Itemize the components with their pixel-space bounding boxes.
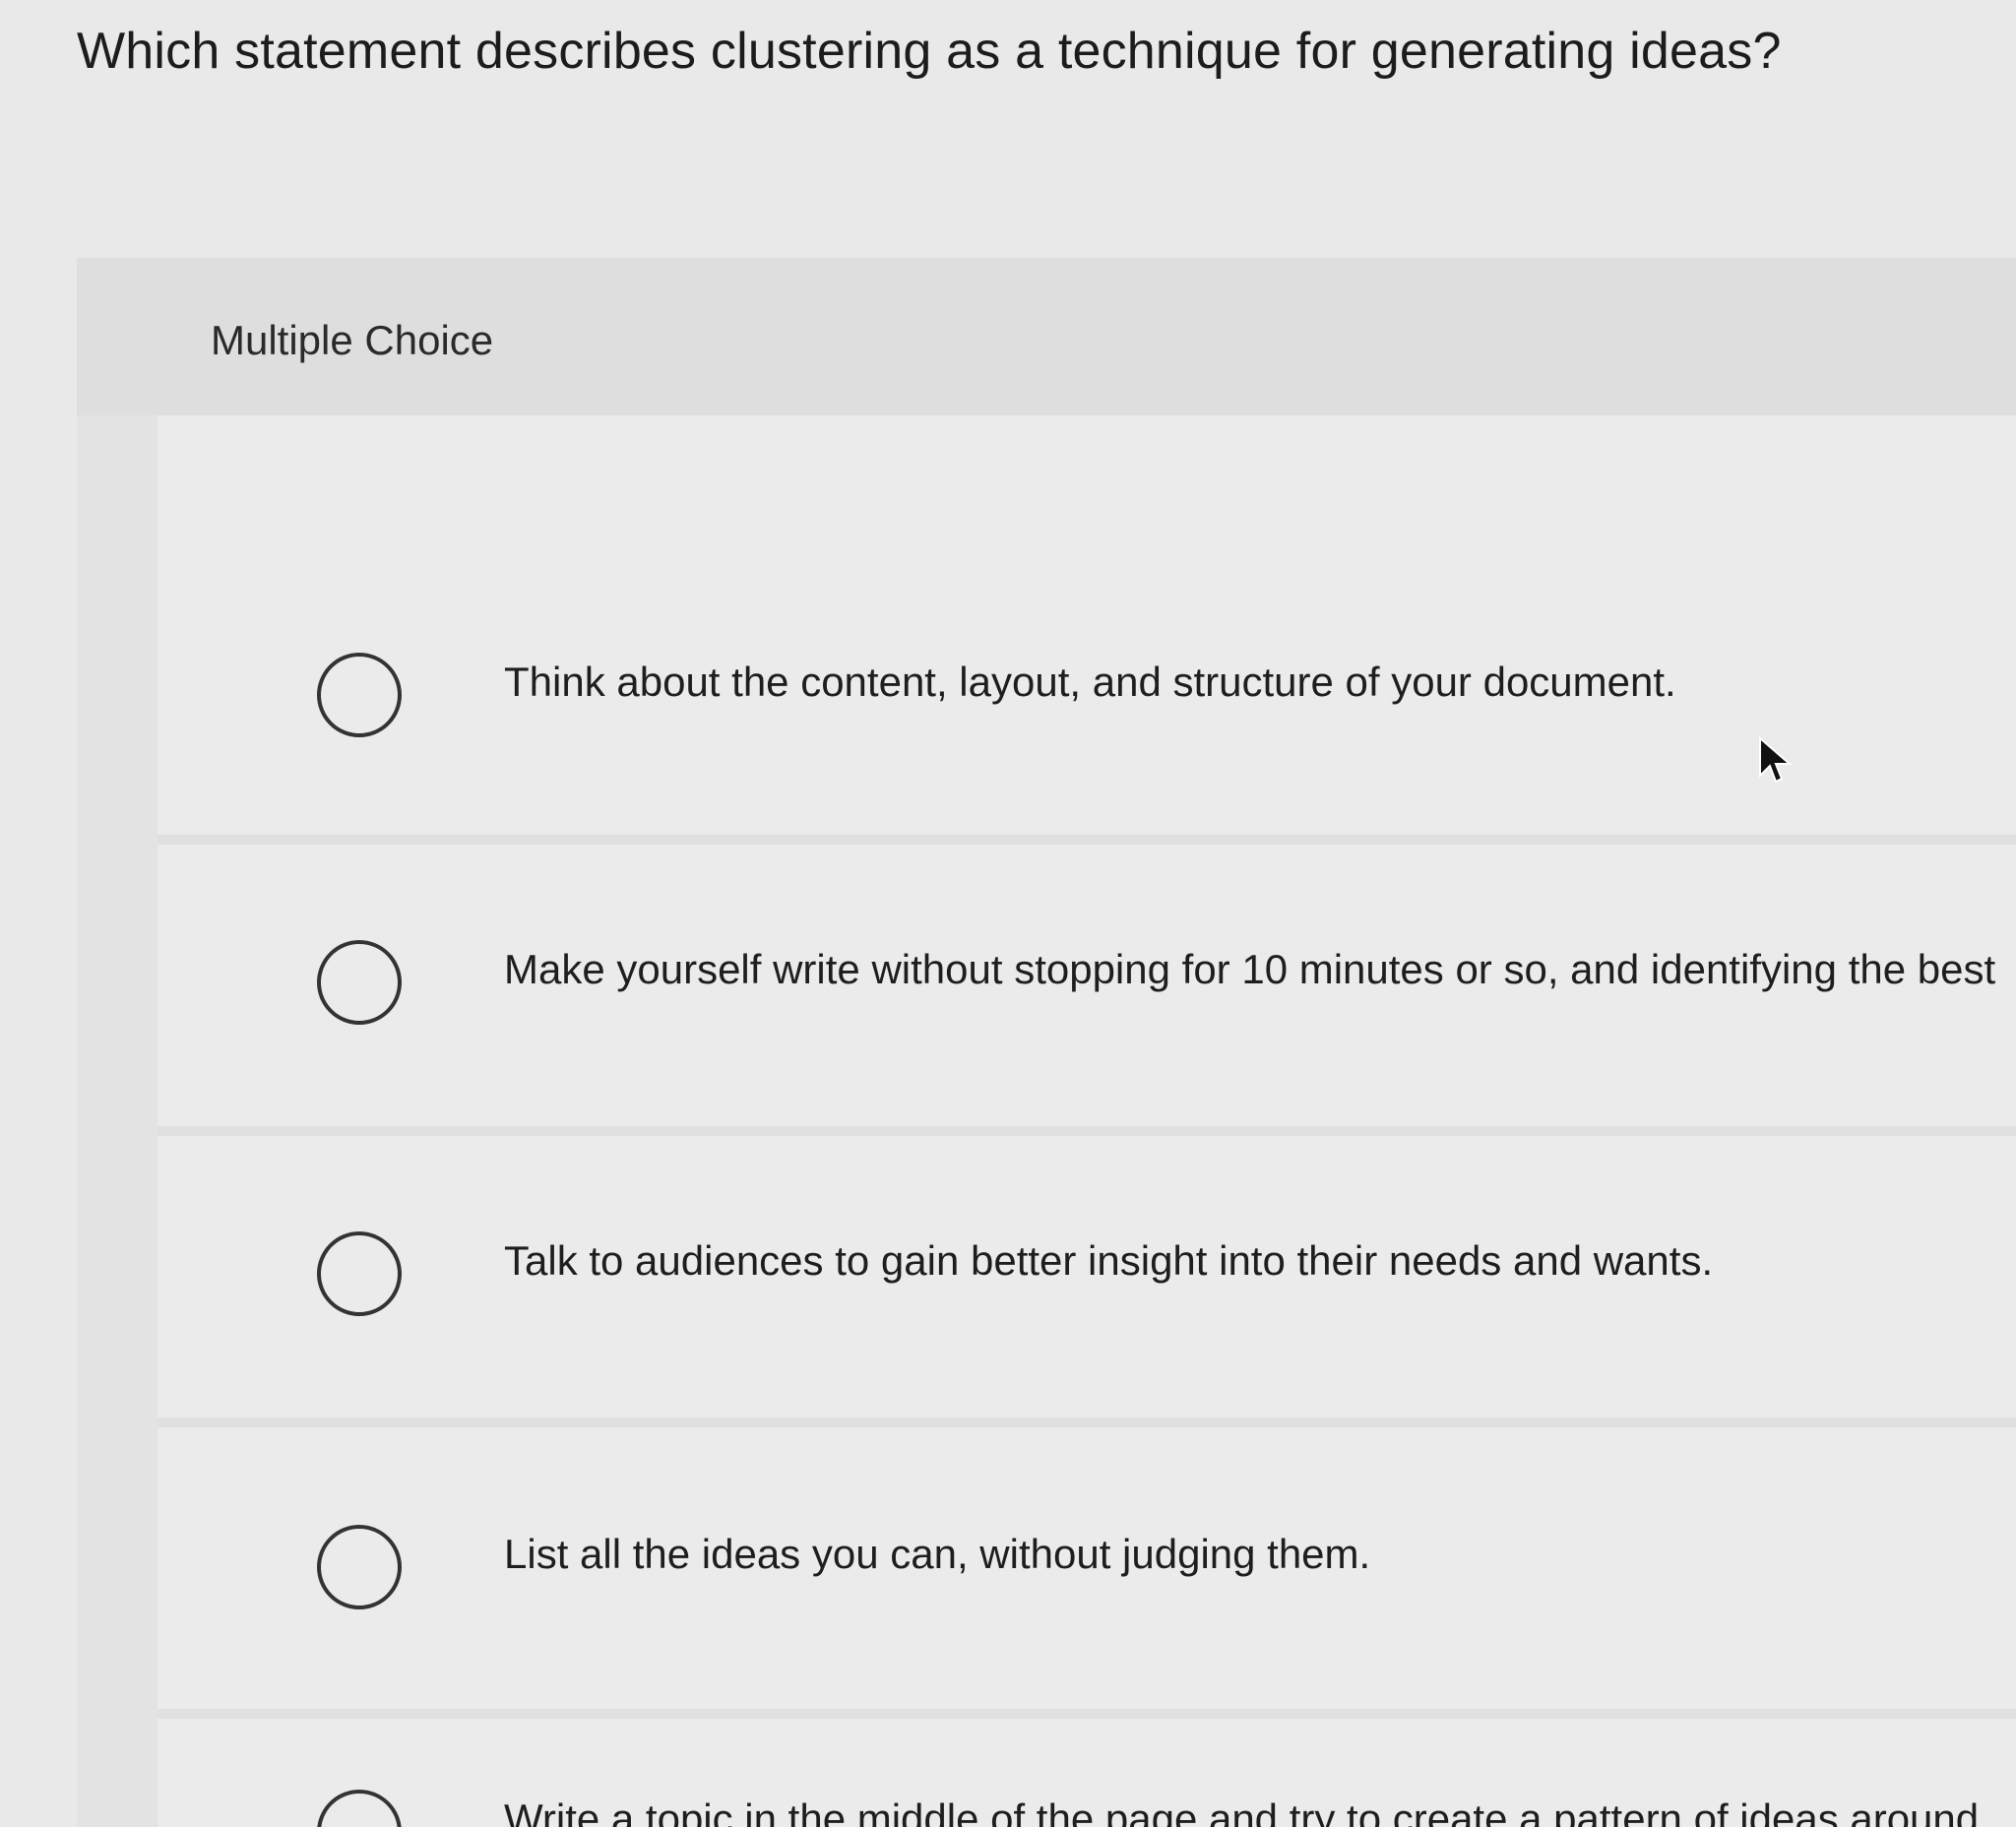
option-1-label[interactable]: Think about the content, layout, and str… xyxy=(504,659,1676,706)
options-list: Think about the content, layout, and str… xyxy=(158,415,2016,1827)
radio-button-5[interactable] xyxy=(317,1790,402,1827)
question-text: Which statement describes clustering as … xyxy=(77,23,1782,80)
radio-button-3[interactable] xyxy=(317,1231,402,1316)
option-4-label[interactable]: List all the ideas you can, without judg… xyxy=(504,1531,1370,1578)
option-4[interactable]: List all the ideas you can, without judg… xyxy=(158,1427,2016,1719)
radio-button-2[interactable] xyxy=(317,940,402,1025)
radio-button-1[interactable] xyxy=(317,653,402,737)
option-5-label[interactable]: Write a topic in the middle of the page … xyxy=(504,1796,1979,1827)
option-2[interactable]: Make yourself write without stopping for… xyxy=(158,845,2016,1136)
option-1[interactable]: Think about the content, layout, and str… xyxy=(158,553,2016,845)
option-3-label[interactable]: Talk to audiences to gain better insight… xyxy=(504,1237,1713,1285)
panel-header: Multiple Choice xyxy=(77,258,2016,415)
option-5[interactable]: Write a topic in the middle of the page … xyxy=(158,1719,2016,1827)
option-2-label[interactable]: Make yourself write without stopping for… xyxy=(504,946,1995,993)
option-3[interactable]: Talk to audiences to gain better insight… xyxy=(158,1136,2016,1427)
multiple-choice-panel: Multiple Choice Think about the content,… xyxy=(77,258,2016,1827)
question-type-label: Multiple Choice xyxy=(211,317,494,363)
radio-button-4[interactable] xyxy=(317,1525,402,1609)
mouse-pointer-icon xyxy=(1759,736,1793,784)
